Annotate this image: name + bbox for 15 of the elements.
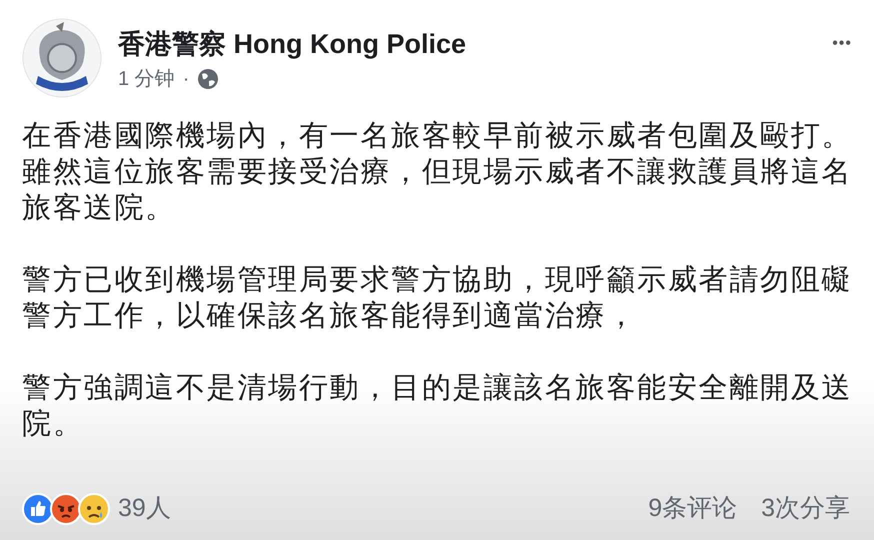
avatar-logo[interactable] [22,18,102,98]
post-time[interactable]: 1 分钟 [118,66,175,92]
shares-link[interactable]: 3次分享 [761,490,850,528]
more-menu-button[interactable]: ••• [832,36,852,112]
post-paragraph: 警方已收到機場管理局要求警方協助，現呼籲示威者請勿阻礙警方工作，以確保該名旅客能得到適當治療， [22,263,854,334]
reaction-count[interactable]: 39人 [118,490,171,528]
post-paragraph: 在香港國際機場內，有一名旅客較早前被示威者包圍及毆打。雖然這位旅客需要接受治療，但現場示威者不讓救護員將這名旅客送院。 [22,119,854,226]
angry-reaction-icon[interactable] [50,492,82,525]
sad-reaction-icon[interactable] [78,492,110,525]
globe-icon [197,68,220,90]
author-name[interactable]: 香港警察 Hong Kong Police [118,28,816,60]
post-paragraph: 警方強調這不是清場行動，目的是讓該名旅客能安全離開及送院。 [22,371,854,442]
separator-dot: · [182,67,190,92]
comments-link[interactable]: 9条评论 [648,490,738,528]
like-reaction-icon[interactable] [22,492,54,525]
